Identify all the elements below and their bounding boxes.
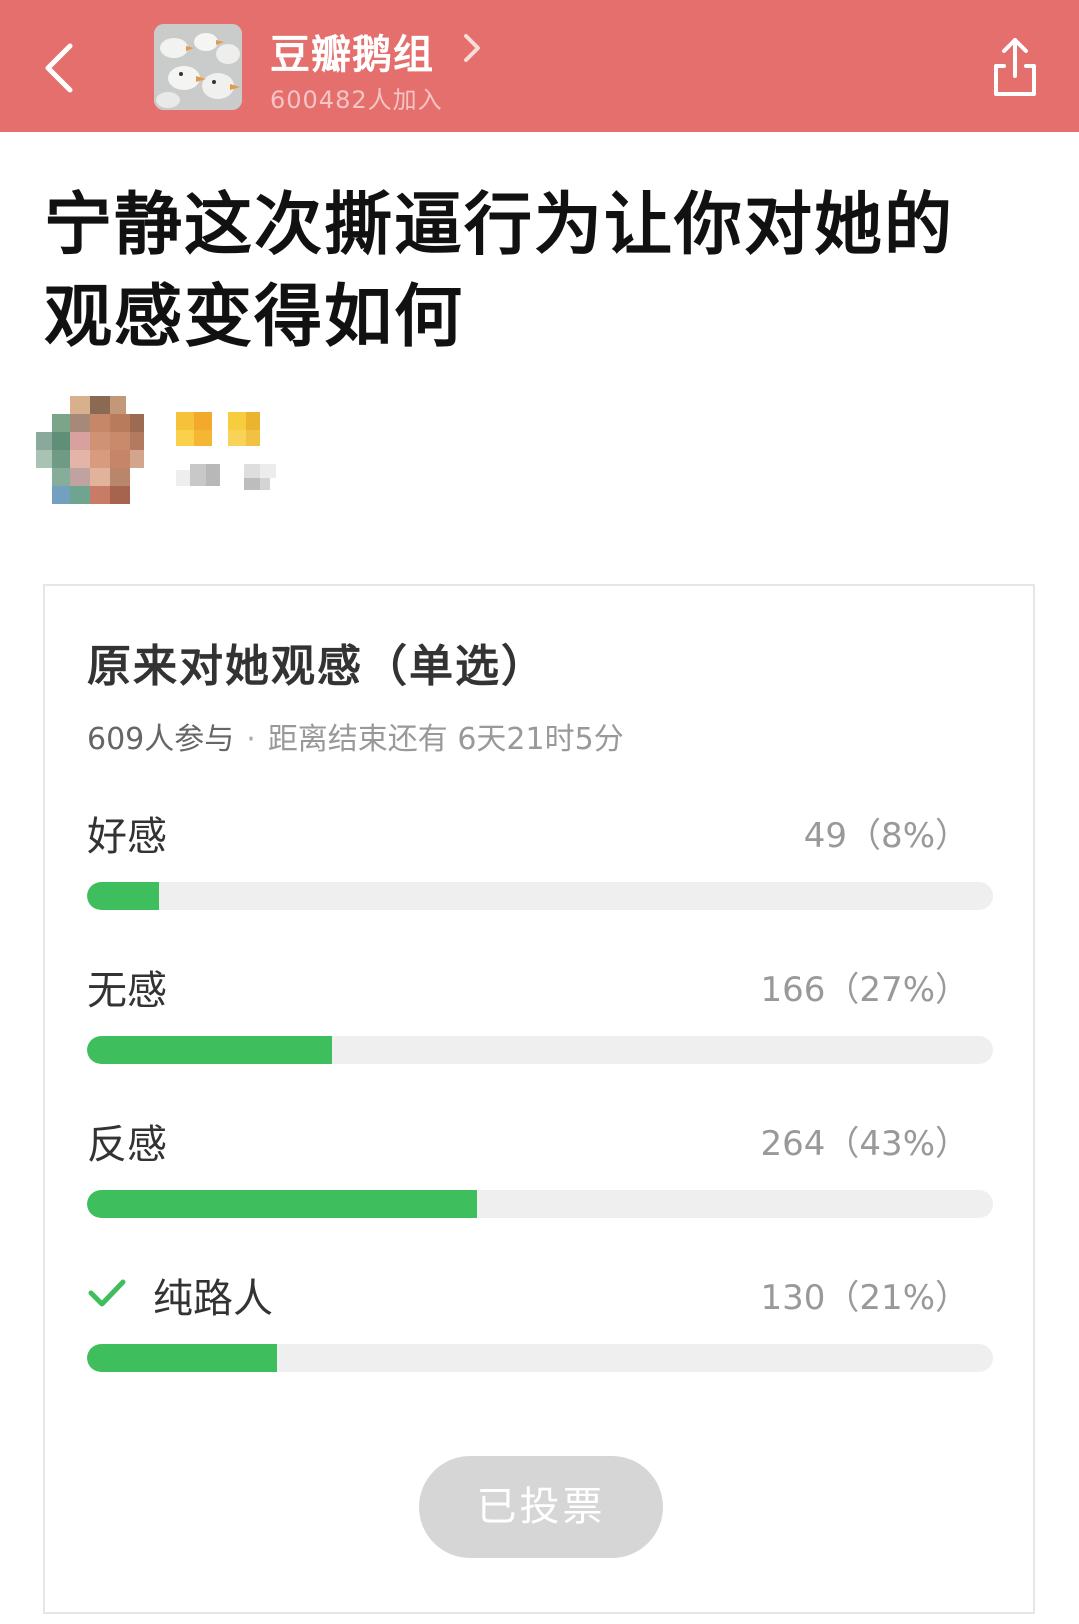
poll-option[interactable]: 反感 264（43%） — [87, 1112, 993, 1232]
option-count: 264（43%） — [760, 1124, 969, 1164]
author-info-blurred — [176, 412, 296, 508]
option-bar-fill — [87, 1190, 477, 1218]
option-bar-track — [87, 1036, 993, 1064]
poll-deadline: 距离结束还有 6天21时5分 — [267, 722, 624, 757]
option-label: 反感 — [87, 1122, 167, 1168]
meta-separator: · — [246, 722, 256, 757]
chevron-right-icon — [464, 34, 480, 62]
poll-participants: 609人参与 — [87, 722, 235, 757]
option-bar-fill — [87, 882, 160, 910]
poll-card: 原来对她观感（单选） 609人参与 · 距离结束还有 6天21时5分 好感 49（8… — [43, 584, 1035, 1614]
poll-option[interactable]: 好感 49（8%） — [87, 804, 993, 924]
voted-button[interactable]: 已投票 — [419, 1456, 663, 1558]
chevron-left-icon — [45, 43, 73, 93]
option-bar-track — [87, 1344, 993, 1372]
poll-meta: 609人参与 · 距离结束还有 6天21时5分 — [87, 714, 624, 758]
option-bar-fill — [87, 1344, 278, 1372]
option-bar-track — [87, 882, 993, 910]
option-label: 无感 — [87, 968, 167, 1014]
poll-option[interactable]: 无感 166（27%） — [87, 958, 993, 1078]
pixelated-author-name — [176, 412, 276, 490]
check-icon — [88, 1279, 126, 1307]
option-count: 49（8%） — [803, 816, 969, 856]
group-avatar[interactable] — [154, 24, 242, 110]
option-count: 166（27%） — [760, 970, 969, 1010]
share-button[interactable] — [990, 36, 1040, 98]
post-title: 宁静这次撕逼行为让你对她的观感变得如何 — [44, 186, 955, 357]
pixelated-avatar-image — [36, 396, 144, 504]
option-bar-fill — [87, 1036, 332, 1064]
group-name[interactable]: 豆瓣鹅组 — [270, 22, 434, 80]
poll-option-selected[interactable]: 纯路人 130（21%） — [87, 1266, 993, 1386]
option-label: 纯路人 — [153, 1276, 273, 1322]
poll-title: 原来对她观感（单选） — [87, 641, 547, 692]
author-avatar[interactable] — [36, 396, 146, 506]
back-button[interactable] — [40, 40, 84, 96]
share-icon — [994, 38, 1036, 96]
group-member-count: 600482人加入 — [270, 86, 443, 114]
group-link[interactable] — [460, 30, 484, 66]
option-count: 130（21%） — [760, 1278, 969, 1318]
top-bar: 豆瓣鹅组 600482人加入 — [0, 0, 1079, 132]
goose-image — [154, 24, 242, 110]
option-bar-track — [87, 1190, 993, 1218]
option-label: 好感 — [87, 814, 167, 860]
